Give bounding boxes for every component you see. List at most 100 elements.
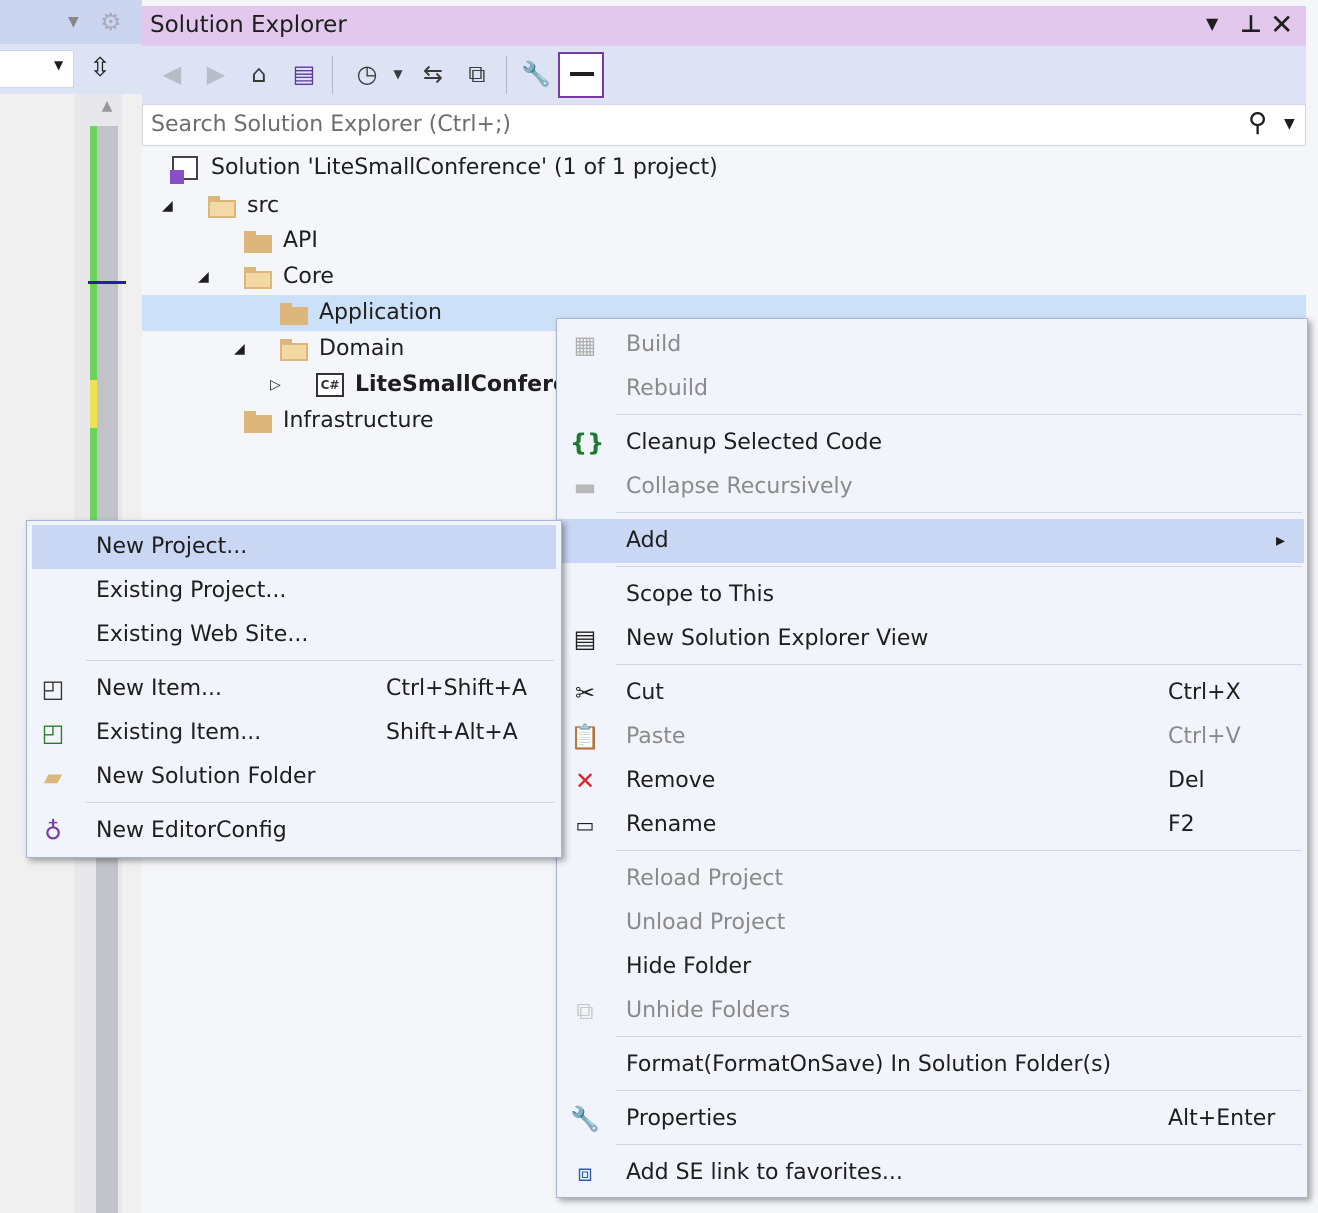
menu-item-properties[interactable]: 🔧 Properties Alt+Enter	[558, 1097, 1304, 1141]
menu-item-new-item[interactable]: ◰ New Item... Ctrl+Shift+A	[32, 667, 556, 711]
menu-separator	[616, 1144, 1302, 1145]
favorites-link-icon: ⧈	[577, 1159, 593, 1187]
menu-item-paste[interactable]: 📋 Paste Ctrl+V	[558, 715, 1304, 759]
tree-node-label: Infrastructure	[283, 408, 434, 433]
menu-item-shortcut: Ctrl+Shift+A	[386, 676, 528, 701]
home-icon[interactable]: ⌂	[244, 58, 274, 90]
tree-node-project[interactable]: ▷ C# LiteSmallConferen	[142, 367, 556, 403]
menu-item-scope-to-this[interactable]: Scope to This	[558, 573, 1304, 617]
search-placeholder: Search Solution Explorer (Ctrl+;)	[151, 112, 511, 137]
forward-icon[interactable]: ▶	[202, 58, 230, 90]
search-options-dropdown-icon[interactable]: ▼	[1284, 116, 1295, 132]
chevron-down-icon[interactable]: ▼	[390, 58, 406, 90]
collapsed-arrow-icon[interactable]: ▷	[270, 367, 281, 403]
tree-node-infrastructure[interactable]: Infrastructure	[142, 403, 556, 439]
menu-item-shortcut: Ctrl+V	[1168, 724, 1241, 749]
folder-icon	[244, 231, 272, 253]
tree-node-domain[interactable]: ◢ Domain	[142, 331, 556, 367]
menu-separator	[616, 566, 1302, 567]
menu-item-rebuild[interactable]: Rebuild	[558, 367, 1304, 411]
new-view-icon: ▤	[573, 625, 597, 653]
chevron-down-icon[interactable]: ▼	[54, 58, 68, 78]
change-indicator-unsaved	[90, 380, 97, 428]
menu-item-label: Existing Web Site...	[96, 622, 309, 647]
tree-node-label: LiteSmallConferen	[355, 372, 556, 397]
menu-separator	[616, 1090, 1302, 1091]
gear-icon[interactable]: ⚙	[100, 8, 122, 36]
folder-icon	[244, 411, 272, 433]
menu-item-unhide-folders[interactable]: ⧉ Unhide Folders	[558, 989, 1304, 1033]
existing-item-icon: ◰	[41, 719, 65, 747]
tree-node-label: src	[247, 193, 280, 218]
tree-node-solution[interactable]: Solution 'LiteSmallConference' (1 of 1 p…	[142, 150, 1306, 186]
sync-with-document-icon[interactable]: ⇆	[418, 58, 448, 90]
unhide-folders-icon: ⧉	[576, 997, 594, 1025]
expanded-arrow-icon[interactable]: ◢	[198, 259, 209, 295]
wrench-icon: 🔧	[570, 1105, 600, 1133]
menu-item-new-solution-explorer-view[interactable]: ▤ New Solution Explorer View	[558, 617, 1304, 661]
scroll-up-icon[interactable]: ▲	[96, 98, 118, 120]
collapse-all-icon[interactable]: ⧉	[462, 58, 492, 90]
menu-item-label: Reload Project	[626, 866, 784, 891]
menu-item-existing-web-site[interactable]: Existing Web Site...	[32, 613, 556, 657]
menu-item-label: Cut	[626, 680, 664, 705]
menu-item-label: New Solution Folder	[96, 764, 316, 789]
csharp-project-icon: C#	[316, 373, 344, 397]
chevron-down-icon[interactable]: ▼	[68, 14, 79, 30]
menu-item-label: New EditorConfig	[96, 818, 287, 843]
window-position-dropdown-icon[interactable]: ▼	[1206, 14, 1218, 33]
menu-item-label: Existing Item...	[96, 720, 262, 745]
menu-item-add-se-link[interactable]: ⧈ Add SE link to favorites...	[558, 1151, 1304, 1195]
menu-item-build[interactable]: ▦ Build	[558, 323, 1304, 367]
menu-item-remove[interactable]: ✕ Remove Del	[558, 759, 1304, 803]
tree-node-label: Domain	[319, 336, 405, 361]
tree-node-api[interactable]: API	[142, 223, 1306, 259]
menu-item-label: Unhide Folders	[626, 998, 791, 1023]
back-icon[interactable]: ◀	[158, 58, 186, 90]
preview-selected-items-toggle[interactable]	[558, 52, 604, 98]
menu-item-existing-item[interactable]: ◰ Existing Item... Shift+Alt+A	[32, 711, 556, 755]
tree-node-src[interactable]: ◢ src	[142, 188, 1306, 224]
menu-item-new-project[interactable]: New Project...	[32, 525, 556, 569]
menu-item-existing-project[interactable]: Existing Project...	[32, 569, 556, 613]
split-window-icon[interactable]: ⇳	[86, 52, 114, 84]
tree-node-label: Application	[319, 300, 442, 325]
menu-item-label: New Item...	[96, 676, 223, 701]
search-icon[interactable]: ⚲	[1248, 108, 1267, 138]
expanded-arrow-icon[interactable]: ◢	[234, 331, 245, 367]
menu-item-shortcut: F2	[1168, 812, 1195, 837]
menu-item-add[interactable]: Add ▸	[558, 519, 1304, 563]
expanded-arrow-icon[interactable]: ◢	[162, 188, 173, 224]
menu-separator	[86, 660, 554, 661]
pending-changes-filter-icon[interactable]: ◷	[352, 58, 382, 90]
menu-item-label: Format(FormatOnSave) In Solution Folder(…	[626, 1052, 1112, 1077]
menu-item-label: Build	[626, 332, 682, 357]
menu-item-cut[interactable]: ✂ Cut Ctrl+X	[558, 671, 1304, 715]
menu-item-reload-project[interactable]: Reload Project	[558, 857, 1304, 901]
menu-item-label: Properties	[626, 1106, 738, 1131]
delete-x-icon: ✕	[574, 767, 596, 795]
menu-item-rename[interactable]: ▭ Rename F2	[558, 803, 1304, 847]
menu-item-label: Unload Project	[626, 910, 786, 935]
menu-item-hide-folder[interactable]: Hide Folder	[558, 945, 1304, 989]
menu-item-label: Remove	[626, 768, 716, 793]
close-icon[interactable]: ✕	[1270, 8, 1293, 41]
menu-separator	[616, 512, 1302, 513]
menu-item-label: Scope to This	[626, 582, 775, 607]
menu-item-new-editorconfig[interactable]: ♁ New EditorConfig	[32, 809, 556, 853]
open-folder-icon	[244, 267, 272, 289]
menu-item-new-solution-folder[interactable]: ▰ New Solution Folder	[32, 755, 556, 799]
pin-icon[interactable]: ⊥	[1240, 10, 1262, 38]
switch-views-icon[interactable]: ▤	[288, 58, 320, 90]
tree-node-core[interactable]: ◢ Core	[142, 259, 1306, 295]
braces-icon: {}	[570, 429, 605, 457]
menu-item-format-on-save[interactable]: Format(FormatOnSave) In Solution Folder(…	[558, 1043, 1304, 1087]
properties-wrench-icon[interactable]: 🔧	[520, 58, 552, 90]
menu-item-collapse-recursively[interactable]: ▬ Collapse Recursively	[558, 465, 1304, 509]
open-folder-icon	[208, 196, 236, 218]
submenu-arrow-icon: ▸	[1276, 530, 1286, 551]
menu-item-cleanup[interactable]: {} Cleanup Selected Code	[558, 421, 1304, 465]
new-item-icon: ◰	[41, 675, 65, 703]
panel-title: Solution Explorer	[150, 12, 347, 38]
menu-item-unload-project[interactable]: Unload Project	[558, 901, 1304, 945]
